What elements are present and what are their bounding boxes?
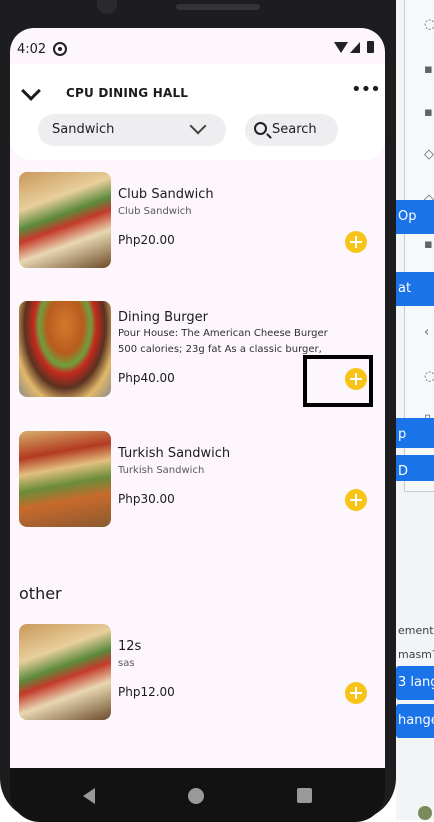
tool-icon: ‹ (424, 325, 430, 340)
item-name: 12s (118, 639, 142, 654)
item-description: Pour House: The American Cheese Burger 5… (118, 328, 328, 355)
tool-icon: ◌ (424, 369, 434, 384)
battery-icon (367, 41, 374, 53)
search-label: Search (272, 122, 317, 137)
list-item[interactable]: 12s sas Php12.00 (10, 624, 385, 724)
background-button[interactable]: 3 lang (396, 666, 434, 700)
add-to-cart-button[interactable] (345, 682, 367, 704)
add-to-cart-button[interactable] (345, 231, 367, 253)
chevron-down-icon (189, 117, 207, 135)
phone-frame: 4:02 CPU DINING HALL ••• Sandwich Search… (0, 0, 396, 822)
page-title: CPU DINING HALL (66, 86, 189, 100)
item-subtitle: Turkish Sandwich (118, 465, 205, 476)
more-options-icon[interactable]: ••• (351, 81, 381, 99)
background-button[interactable]: hange (396, 704, 434, 738)
header: CPU DINING HALL ••• Sandwich Search (10, 64, 385, 160)
tool-icon: ◇ (424, 147, 434, 162)
category-value: Sandwich (52, 122, 115, 137)
tool-icon: ▪ (424, 62, 433, 77)
item-price: Php20.00 (118, 233, 175, 247)
signal-icon (350, 42, 360, 53)
tool-icon: ▪ (424, 105, 433, 120)
sync-icon (53, 42, 67, 56)
speaker-grille (176, 4, 260, 10)
food-image (19, 431, 111, 527)
item-price: Php12.00 (118, 685, 175, 699)
item-price: Php40.00 (118, 371, 175, 385)
food-image (19, 624, 111, 720)
camera-icon (97, 0, 117, 14)
android-nav-bar (10, 768, 385, 822)
item-subtitle: Club Sandwich (118, 206, 192, 217)
status-time: 4:02 (17, 42, 47, 57)
back-icon[interactable] (83, 788, 95, 804)
highlight-box (303, 355, 373, 407)
wifi-icon (334, 42, 348, 53)
collapse-chevron-icon[interactable] (21, 81, 41, 101)
food-image (19, 172, 111, 268)
add-to-cart-button[interactable] (345, 489, 367, 511)
background-label: masm? (398, 648, 434, 661)
avatar (418, 806, 432, 820)
search-icon (254, 122, 267, 135)
item-name: Dining Burger (118, 310, 208, 325)
item-price: Php30.00 (118, 492, 175, 506)
category-dropdown[interactable]: Sandwich (38, 114, 226, 146)
tool-icon: ▪ (424, 237, 433, 252)
tool-icon: ◌ (424, 17, 434, 32)
item-name: Club Sandwich (118, 187, 214, 202)
background-blue-bar: p (396, 418, 434, 448)
search-button[interactable]: Search (245, 114, 338, 146)
background-blue-bar: D (396, 455, 434, 481)
home-icon[interactable] (188, 788, 204, 804)
background-blue-bar: at (396, 272, 434, 306)
app-screen: 4:02 CPU DINING HALL ••• Sandwich Search… (10, 28, 385, 768)
item-subtitle: sas (118, 658, 135, 669)
recent-apps-icon[interactable] (297, 788, 312, 803)
list-item[interactable]: Club Sandwich Club Sandwich Php20.00 (10, 172, 385, 272)
background-blue-bar: Op (396, 200, 434, 234)
food-image (19, 301, 111, 397)
background-label: ement (398, 624, 434, 637)
section-title: other (19, 584, 62, 603)
list-item[interactable]: Turkish Sandwich Turkish Sandwich Php30.… (10, 431, 385, 531)
item-name: Turkish Sandwich (118, 446, 231, 461)
